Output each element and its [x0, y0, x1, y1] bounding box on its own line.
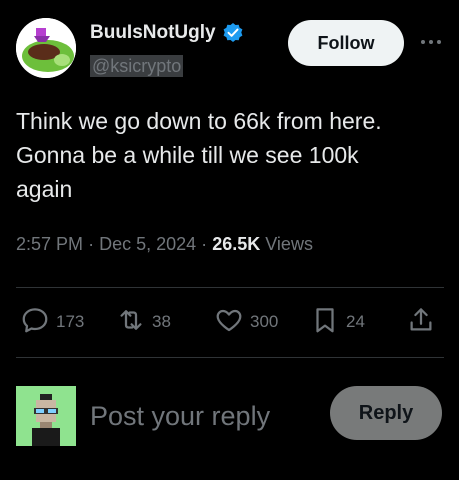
repost-icon: [116, 305, 146, 340]
heart-icon: [214, 305, 244, 340]
bookmark-count: 24: [346, 312, 365, 331]
like-count: 300: [250, 312, 279, 331]
tweet-time[interactable]: 2:57 PM: [16, 234, 83, 254]
user-avatar: [16, 386, 76, 446]
meta-separator: ·: [88, 234, 95, 254]
tweet-header: BuuIsNotUgly @ksicrypto Follow: [16, 18, 443, 82]
verified-badge-icon: [222, 22, 244, 44]
bookmark-icon: [310, 305, 340, 340]
reply-composer: Reply: [16, 386, 444, 446]
reply-icon: [20, 305, 50, 340]
repost-count: 38: [152, 312, 171, 331]
reply-input[interactable]: [90, 392, 320, 440]
meta-separator: ·: [201, 234, 208, 254]
tweet-text: Think we go down to 66k from here. Gonna…: [16, 108, 382, 202]
reply-count: 173: [56, 312, 85, 331]
share-action[interactable]: [406, 300, 436, 344]
bookmark-action[interactable]: 24: [310, 300, 365, 344]
follow-button[interactable]: Follow: [288, 20, 404, 66]
views-label: Views: [265, 234, 313, 254]
like-action[interactable]: 300: [214, 300, 278, 344]
reply-action[interactable]: 173: [20, 300, 84, 344]
tweet-date[interactable]: Dec 5, 2024: [99, 234, 196, 254]
share-icon: [406, 305, 436, 340]
display-name[interactable]: BuuIsNotUgly: [90, 22, 216, 44]
divider: [16, 287, 444, 288]
action-bar: 173 38 300 24: [16, 300, 444, 344]
repost-action[interactable]: 38: [116, 300, 171, 344]
tweet-meta: 2:57 PM · Dec 5, 2024 · 26.5K Views: [16, 234, 313, 255]
divider: [16, 357, 444, 358]
author-handle[interactable]: @ksicrypto: [90, 55, 184, 77]
name-row: BuuIsNotUgly: [90, 22, 244, 44]
views-count: 26.5K: [212, 234, 261, 254]
more-horizontal-icon[interactable]: [418, 32, 444, 52]
author-avatar[interactable]: [16, 18, 76, 78]
reply-button[interactable]: Reply: [330, 386, 442, 440]
